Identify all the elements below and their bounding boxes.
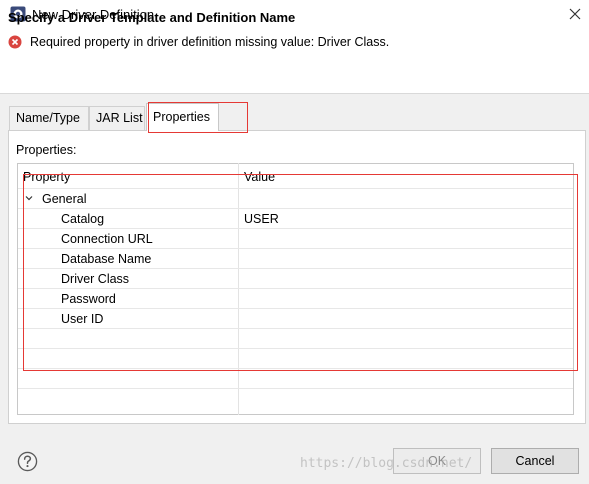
question-mark-icon[interactable]: [17, 451, 38, 472]
divider: [0, 93, 589, 94]
tab-name-type[interactable]: Name/Type: [9, 106, 89, 130]
error-icon: [8, 35, 22, 49]
error-message: Required property in driver definition m…: [30, 35, 390, 49]
close-icon: [569, 8, 580, 20]
cancel-button[interactable]: Cancel: [491, 448, 579, 474]
watermark: https://blog.csdn.net/: [300, 456, 473, 471]
tab-annotation-box: [148, 102, 248, 133]
tab-jar-list[interactable]: JAR List: [89, 106, 145, 130]
page-title: Specify a Driver Template and Definition…: [8, 10, 296, 25]
row-divider: [18, 388, 573, 389]
properties-label: Properties:: [16, 143, 77, 157]
close-button[interactable]: [560, 0, 589, 28]
table-annotation-box: [23, 174, 578, 371]
